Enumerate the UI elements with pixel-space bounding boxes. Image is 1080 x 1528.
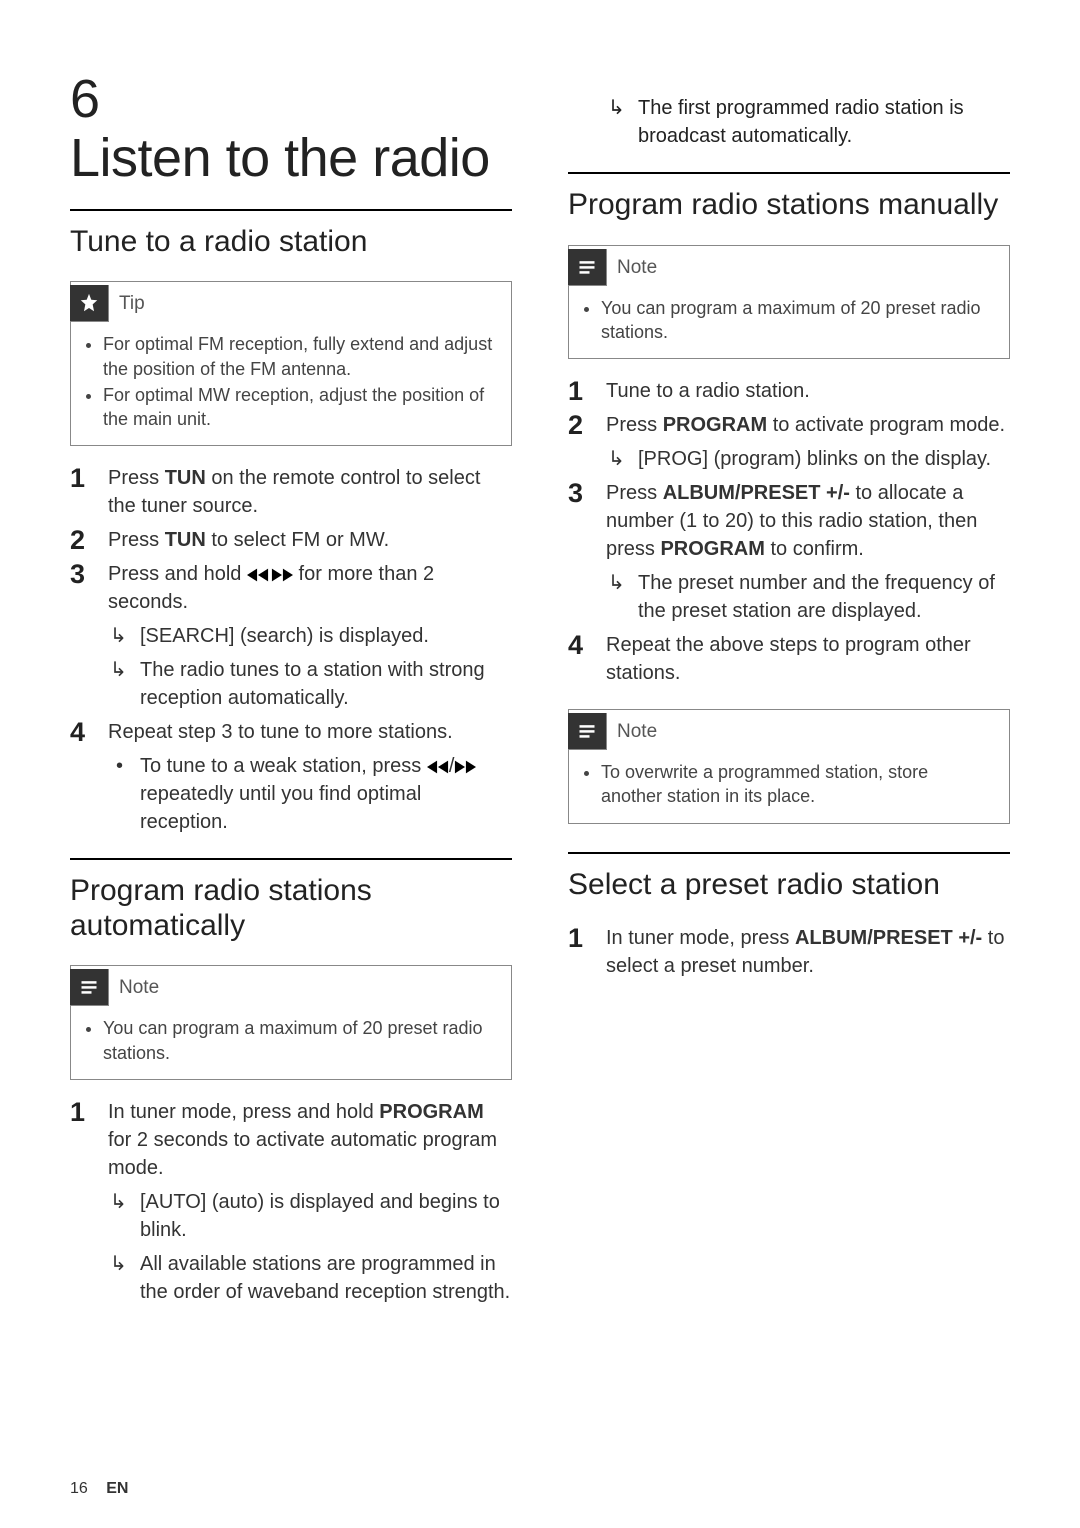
divider [568,852,1010,854]
step-text: To tune to a weak station, press [140,755,427,777]
footer: 16 EN [70,1460,1010,1498]
note-callout: Note To overwrite a programmed station, … [568,709,1010,824]
step-text: Press [108,529,165,551]
section-select-heading: Select a preset radio station [568,868,1010,903]
step: Repeat the above steps to program other … [568,631,1010,687]
spacer [568,70,1010,94]
divider [70,858,512,860]
callout-head: Tip [71,282,511,328]
note-body: To overwrite a programmed station, store… [569,756,1009,823]
sub-list: To tune to a weak station, press / repea… [108,752,512,836]
note-label: Note [119,977,159,999]
result-item: The preset number and the frequency of t… [606,569,1010,625]
result-item: The first programmed radio station is br… [606,94,1010,150]
right-column: The first programmed radio station is br… [568,70,1010,1460]
chapter-title: 6Listen to the radio [70,70,512,189]
note-callout: Note You can program a maximum of 20 pre… [568,245,1010,360]
left-column: 6Listen to the radio Tune to a radio sta… [70,70,512,1460]
divider [70,209,512,211]
step-text: Press [606,414,663,436]
step: In tuner mode, press ALBUM/PRESET +/- to… [568,924,1010,980]
step: Tune to a radio station. [568,377,1010,405]
tip-item: For optimal MW reception, adjust the pos… [103,383,495,432]
callout-head: Note [71,966,511,1012]
result-item: [AUTO] (auto) is displayed and begins to… [108,1188,512,1244]
forward-icon [454,760,476,774]
step-text: to activate program mode. [767,414,1005,436]
chapter-text: Listen to the radio [70,129,490,188]
note-body: You can program a maximum of 20 preset r… [569,292,1009,359]
language-code: EN [106,1480,128,1497]
step-bold: ALBUM/PRESET +/- [795,927,982,949]
page: 6Listen to the radio Tune to a radio sta… [0,0,1080,1528]
section-auto-heading: Program radio stations automatically [70,874,512,943]
step-text: Repeat step 3 to tune to more stations. [108,721,453,743]
step-text: In tuner mode, press and hold [108,1101,379,1123]
sub-list: [SEARCH] (search) is displayed. The radi… [108,622,512,712]
select-steps: In tuner mode, press ALBUM/PRESET +/- to… [568,924,1010,980]
step-text: Press [606,482,663,504]
step-bold: ALBUM/PRESET +/- [663,482,850,504]
result-item: The radio tunes to a station with strong… [108,656,512,712]
tip-callout: Tip For optimal FM reception, fully exte… [70,281,512,446]
tip-icon [70,285,109,322]
step: Press TUN to select FM or MW. [70,526,512,554]
chapter-number: 6 [70,70,124,129]
spacer [568,842,1010,852]
step-text: to select FM or MW. [206,529,389,551]
tune-steps: Press TUN on the remote control to selec… [70,464,512,836]
manual-steps: Tune to a radio station. Press PROGRAM t… [568,377,1010,687]
sub-list: The preset number and the frequency of t… [606,569,1010,625]
note-label: Note [617,257,657,279]
sub-list: [PROG] (program) blinks on the display. [606,445,1010,473]
step-bold: PROGRAM [660,538,764,560]
note-label: Note [617,721,657,743]
step-text: to confirm. [765,538,864,560]
divider [568,172,1010,174]
tip-body: For optimal FM reception, fully extend a… [71,328,511,445]
note-icon [568,249,607,286]
step-text: In tuner mode, press [606,927,795,949]
note-callout: Note You can program a maximum of 20 pre… [70,965,512,1080]
note-icon [568,713,607,750]
note-item: You can program a maximum of 20 preset r… [103,1016,495,1065]
section-tune-heading: Tune to a radio station [70,225,512,260]
step-text: Press and hold [108,563,247,585]
section-manual-heading: Program radio stations manually [568,188,1010,223]
continuation-result: The first programmed radio station is br… [568,94,1010,150]
step-text: Press [108,467,165,489]
note-icon [70,969,109,1006]
step: Press ALBUM/PRESET +/- to allocate a num… [568,479,1010,625]
bullet-item: To tune to a weak station, press / repea… [108,752,512,836]
rewind-icon [427,760,449,774]
result-item: [PROG] (program) blinks on the display. [606,445,1010,473]
rewind-forward-icon [247,568,293,582]
step-bold: TUN [165,529,206,551]
step-bold: TUN [165,467,206,489]
result-item: All available stations are programmed in… [108,1250,512,1306]
callout-head: Note [569,710,1009,756]
note-item: You can program a maximum of 20 preset r… [601,296,993,345]
step-bold: PROGRAM [379,1101,483,1123]
step: Press TUN on the remote control to selec… [70,464,512,520]
result-item: [SEARCH] (search) is displayed. [108,622,512,650]
callout-head: Note [569,246,1009,292]
step: Repeat step 3 to tune to more stations. … [70,718,512,836]
step: In tuner mode, press and hold PROGRAM fo… [70,1098,512,1306]
note-item: To overwrite a programmed station, store… [601,760,993,809]
columns: 6Listen to the radio Tune to a radio sta… [70,70,1010,1460]
step: Press PROGRAM to activate program mode. … [568,411,1010,473]
page-number: 16 [70,1480,88,1497]
tip-item: For optimal FM reception, fully extend a… [103,332,495,381]
note-body: You can program a maximum of 20 preset r… [71,1012,511,1079]
sub-list: [AUTO] (auto) is displayed and begins to… [108,1188,512,1306]
auto-steps: In tuner mode, press and hold PROGRAM fo… [70,1098,512,1306]
step-text: repeatedly until you find optimal recept… [140,783,421,833]
tip-label: Tip [119,293,145,315]
step-text: for 2 seconds to activate automatic prog… [108,1129,497,1179]
step: Press and hold for more than 2 seconds. … [70,560,512,712]
step-bold: PROGRAM [663,414,767,436]
